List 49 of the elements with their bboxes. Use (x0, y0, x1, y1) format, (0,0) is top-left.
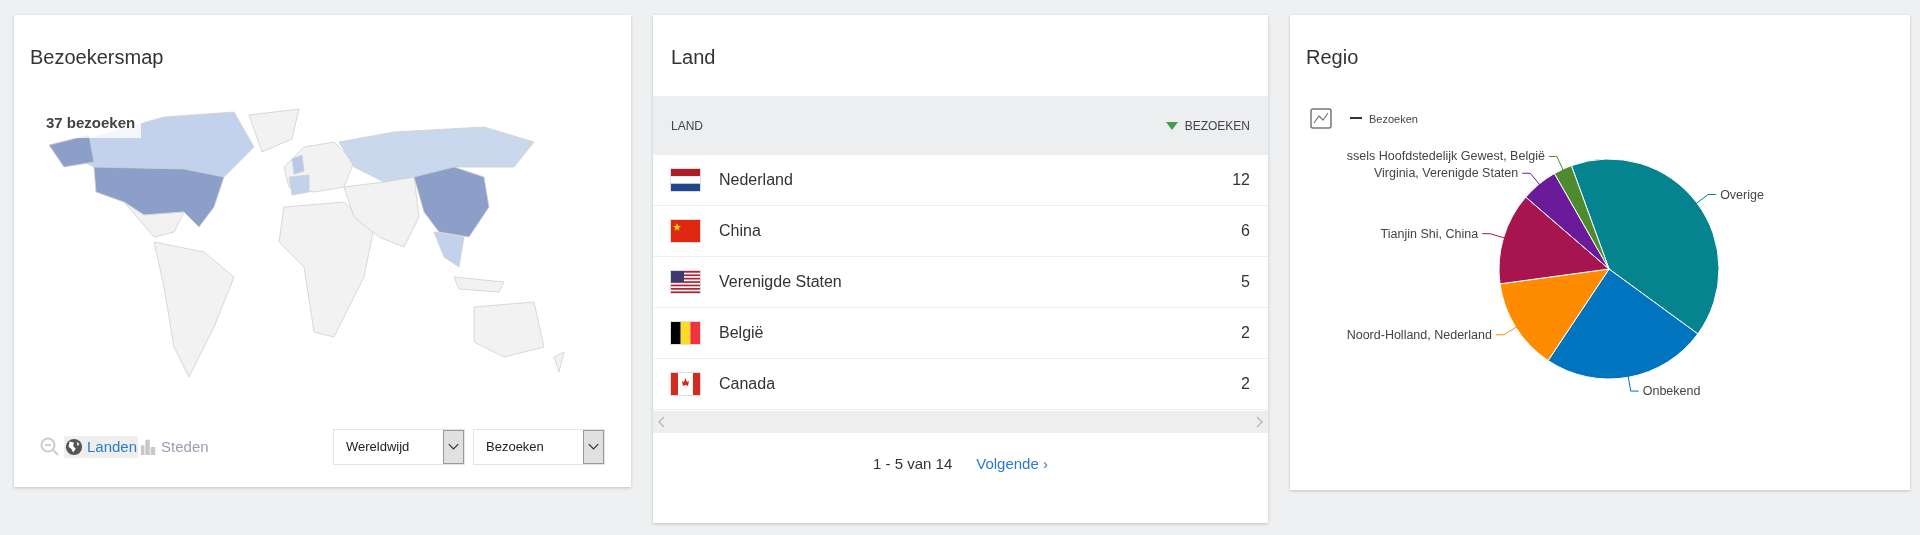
flag-icon (671, 322, 700, 344)
flag-icon (671, 169, 700, 191)
slice-label: Virginia, Verenigde Staten (1373, 166, 1519, 181)
leader-line (1495, 325, 1518, 336)
scroll-left-icon[interactable] (657, 416, 665, 428)
leader-line (1548, 156, 1565, 172)
country-name: China (719, 221, 762, 241)
visit-count: 6 (1241, 221, 1250, 241)
flag-icon (671, 271, 700, 293)
visit-count: 5 (1241, 272, 1250, 292)
horizontal-scrollbar[interactable] (653, 411, 1268, 433)
column-header[interactable]: LAND (671, 116, 703, 135)
flag-icon (671, 373, 700, 395)
country-name: België (719, 323, 765, 343)
visit-count: 2 (1241, 374, 1250, 394)
chevron-down-icon (583, 430, 604, 464)
card-title: Regio (1305, 45, 1360, 70)
flag-icon (671, 220, 700, 242)
leader-line (1694, 194, 1717, 205)
slice-label: Noord-Holland, Nederland (1346, 327, 1492, 342)
zoom-out-icon[interactable] (40, 437, 60, 457)
column-header[interactable]: BEZOEKEN (1165, 116, 1250, 135)
slice-label: Tianjin Shi, China (1380, 226, 1479, 241)
legend-item[interactable]: Bezoeken (1350, 113, 1418, 125)
slice-label: Overige (1720, 187, 1764, 202)
leader-line (1627, 374, 1640, 392)
scroll-right-icon[interactable] (1256, 416, 1264, 428)
slice-label: Onbekend (1642, 384, 1701, 399)
leader-line (1481, 233, 1506, 239)
view-tab[interactable]: Landen (64, 436, 139, 458)
card-title: Land (670, 45, 717, 70)
slice-label: Bezoeken (1369, 113, 1418, 125)
country-name: Canada (719, 374, 777, 394)
leader-line (1521, 172, 1541, 187)
visit-count: 2 (1241, 323, 1250, 343)
page-range: 1 - 5 van 14 (873, 454, 953, 474)
dropdown[interactable]: Wereldwijd (333, 429, 465, 465)
card-title: Bezoekersmap (29, 45, 165, 70)
next-page-link[interactable]: Volgende › (976, 453, 1048, 476)
chart-type-icon[interactable] (1310, 108, 1332, 129)
globe-icon (65, 438, 83, 456)
country-name: Verenigde Staten (719, 272, 843, 292)
buildings-icon (139, 438, 158, 456)
dropdown[interactable]: Bezoeken (473, 429, 605, 465)
slice-label: ssels Hoofdstedelijk Gewest, België (1346, 149, 1545, 164)
visit-count: 12 (1232, 170, 1250, 190)
sort-down-icon (1165, 121, 1178, 130)
country-name: Nederland (719, 170, 794, 190)
chevron-down-icon (443, 430, 464, 464)
